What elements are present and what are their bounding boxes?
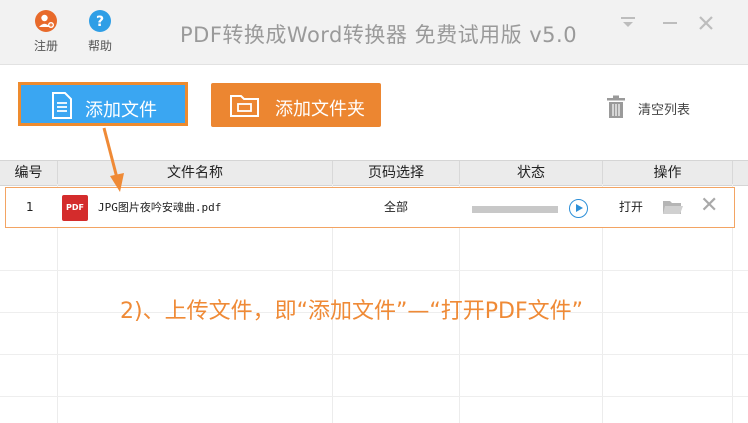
add-folder-button[interactable]: 添加文件夹 [211,83,381,127]
header-index: 编号 [0,161,58,185]
remove-row-icon[interactable]: ✕ [700,193,718,219]
trash-icon [606,95,626,123]
add-file-label: 添加文件 [85,100,157,121]
title-bar: 注册 ? 帮助 PDF转换成Word转换器 免费试用版 v5.0 [0,0,748,65]
row-index: 1 [26,200,34,214]
user-icon [35,10,57,32]
tutorial-annotation: 2)、上传文件，即“添加文件”—“打开PDF文件” [120,299,584,324]
grid-divider [0,396,748,397]
pdf-file-icon: PDF [62,195,88,221]
register-button[interactable]: 注册 [26,10,66,54]
add-folder-label: 添加文件夹 [275,99,365,120]
table-header: 编号 文件名称 页码选择 状态 操作 [0,160,748,186]
conversion-progress-bar [472,206,558,213]
table-row[interactable]: 1 PDF JPG图片夜吟安魂曲.pdf 全部 打开 ✕ [5,187,735,228]
toolbar: 添加文件 添加文件夹 清空列表 [0,65,748,160]
document-icon [51,92,73,123]
grid-divider [0,270,748,271]
menu-icon[interactable] [619,14,637,37]
open-folder-icon[interactable] [662,199,684,215]
add-file-button[interactable]: 添加文件 [18,82,188,126]
svg-text:?: ? [96,14,104,30]
header-page-select: 页码选择 [333,161,460,185]
header-action: 操作 [603,161,733,185]
open-file-link[interactable]: 打开 [619,188,643,227]
help-icon: ? [89,10,111,32]
header-status: 状态 [460,161,603,185]
app-title: PDF转换成Word转换器 免费试用版 v5.0 [180,23,578,47]
help-label: 帮助 [87,39,112,53]
row-file-name: JPG图片夜吟安魂曲.pdf [98,201,222,214]
grid-divider [0,354,748,355]
row-page-select[interactable]: 全部 [384,188,408,227]
file-table: 编号 文件名称 页码选择 状态 操作 1 PDF JPG图片夜吟安魂曲.pdf … [0,160,748,423]
clear-list-label: 清空列表 [638,103,691,118]
minimize-icon[interactable] [661,14,679,37]
play-icon[interactable] [569,199,588,218]
header-file-name: 文件名称 [58,161,333,185]
register-label: 注册 [33,39,58,53]
folder-icon [229,92,261,122]
close-window-icon[interactable] [697,14,715,37]
help-button[interactable]: ? 帮助 [80,10,120,54]
